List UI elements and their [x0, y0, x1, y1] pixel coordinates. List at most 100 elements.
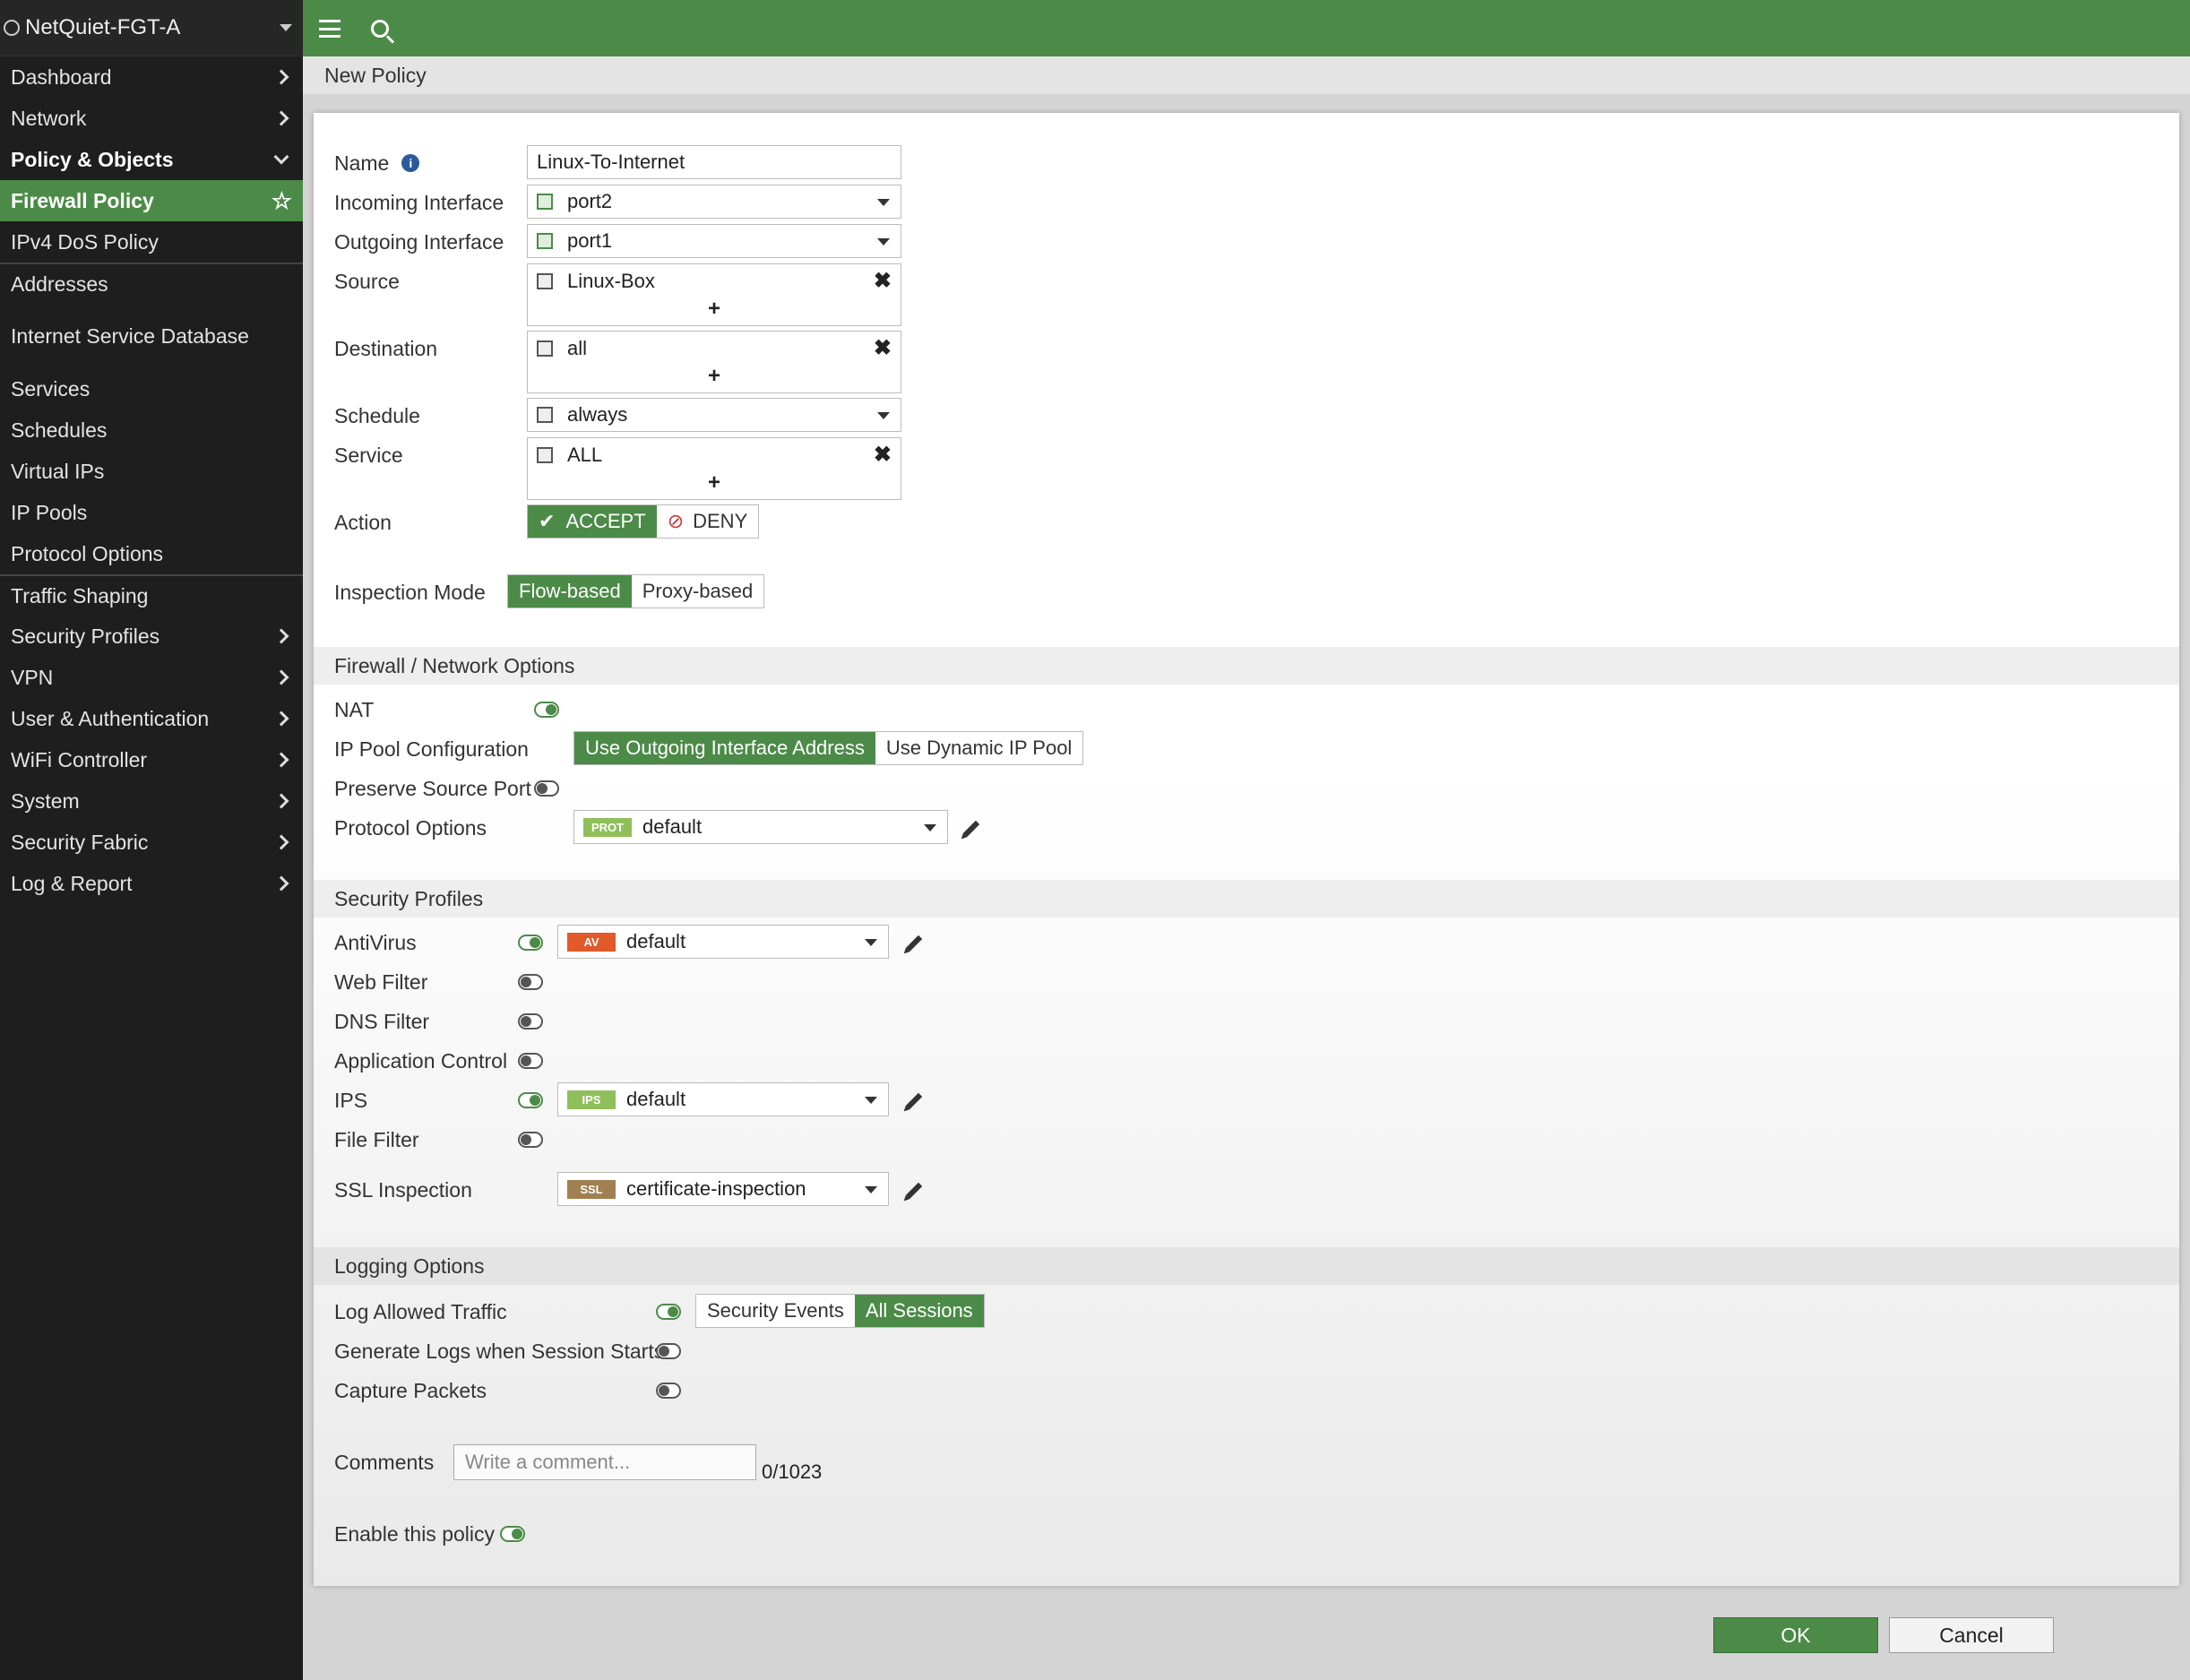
protocol-options-select[interactable]: PROT default [573, 810, 948, 844]
sidebar-item-log-report[interactable]: Log & Report [0, 863, 303, 904]
edit-icon[interactable] [962, 820, 980, 838]
service-field[interactable]: ALL ✖ + [527, 437, 901, 500]
sidebar-item-network[interactable]: Network [0, 98, 303, 139]
sidebar-item-protocol-options[interactable]: Protocol Options [0, 533, 303, 574]
deny-button[interactable]: ⊘ DENY [656, 505, 759, 538]
accept-button[interactable]: ✔ ACCEPT [528, 505, 657, 538]
sidebar-item-user-authentication[interactable]: User & Authentication [0, 698, 303, 739]
sidebar-item-services[interactable]: Services [0, 368, 303, 409]
chevron-right-icon [273, 875, 289, 892]
sidebar-item-label: Security Fabric [11, 830, 149, 854]
sidebar-item-label: Network [11, 106, 87, 130]
sidebar-item-label: User & Authentication [11, 706, 210, 730]
outgoing-interface-select[interactable]: port1 [527, 224, 901, 258]
incoming-interface-value: port2 [567, 190, 613, 212]
sidebar-item-ip-pools[interactable]: IP Pools [0, 492, 303, 533]
preserve-source-port-label: Preserve Source Port [334, 776, 531, 800]
sidebar-item-traffic-shaping[interactable]: Traffic Shaping [0, 574, 303, 616]
edit-icon[interactable] [905, 1182, 923, 1200]
ips-label: IPS [334, 1088, 368, 1112]
schedule-select[interactable]: always [527, 398, 901, 432]
star-icon[interactable]: ☆ [272, 187, 292, 215]
security-events-button[interactable]: Security Events [696, 1295, 855, 1327]
remove-service-icon[interactable]: ✖ [874, 442, 892, 468]
chevron-right-icon [273, 834, 289, 850]
outgoing-interface-value: port1 [567, 229, 613, 252]
antivirus-toggle[interactable] [518, 935, 543, 951]
sidebar-item-label: Addresses [11, 271, 108, 296]
sidebar-item-virtual-ips[interactable]: Virtual IPs [0, 451, 303, 492]
sidebar-item-label: IPv4 DoS Policy [11, 229, 159, 254]
outgoing-interface-label: Outgoing Interface [334, 229, 504, 254]
add-destination-button[interactable]: + [528, 364, 901, 389]
firewall-network-options-header: Firewall / Network Options [314, 647, 2179, 685]
log-allowed-traffic-toggle[interactable] [656, 1304, 681, 1320]
add-service-button[interactable]: + [528, 470, 901, 495]
preserve-source-port-toggle[interactable] [534, 780, 559, 797]
av-badge: AV [567, 932, 616, 952]
file-filter-toggle[interactable] [518, 1132, 543, 1148]
sidebar-item-label: Policy & Objects [11, 147, 174, 171]
sidebar-item-security-fabric[interactable]: Security Fabric [0, 822, 303, 863]
service-icon [537, 447, 553, 463]
ips-select[interactable]: IPS default [557, 1082, 889, 1116]
chevron-down-icon [280, 24, 292, 31]
add-source-button[interactable]: + [528, 297, 901, 322]
web-filter-toggle[interactable] [518, 974, 543, 990]
cancel-button[interactable]: Cancel [1889, 1617, 2054, 1653]
application-control-label: Application Control [334, 1048, 508, 1073]
sidebar-item-firewall-policy[interactable]: Firewall Policy ☆ [0, 180, 303, 221]
protocol-options-value: default [642, 815, 703, 838]
log-mode-toggle: Security Events All Sessions [695, 1294, 985, 1328]
device-selector[interactable]: NetQuiet-FGT-A [0, 0, 303, 56]
remove-destination-icon[interactable]: ✖ [874, 335, 892, 361]
flow-based-button[interactable]: Flow-based [508, 575, 632, 607]
dns-filter-label: DNS Filter [334, 1009, 430, 1033]
sidebar-item-schedules[interactable]: Schedules [0, 409, 303, 451]
protocol-options-label: Protocol Options [334, 815, 487, 840]
name-input[interactable]: Linux-To-Internet [527, 145, 901, 179]
antivirus-select[interactable]: AV default [557, 925, 889, 959]
incoming-interface-select[interactable]: port2 [527, 185, 901, 219]
sidebar-item-dashboard[interactable]: Dashboard [0, 56, 303, 98]
ssl-inspection-select[interactable]: SSL certificate-inspection [557, 1172, 889, 1206]
address-icon [537, 273, 553, 289]
ips-toggle[interactable] [518, 1092, 543, 1108]
sidebar-item-policy-objects[interactable]: Policy & Objects [0, 139, 303, 180]
sidebar-item-addresses[interactable]: Addresses [0, 263, 303, 304]
edit-icon[interactable] [905, 1092, 923, 1110]
sidebar-item-wifi-controller[interactable]: WiFi Controller [0, 739, 303, 780]
sidebar-item-ipv4-dos-policy[interactable]: IPv4 DoS Policy [0, 221, 303, 263]
generate-logs-toggle[interactable] [656, 1343, 681, 1359]
application-control-toggle[interactable] [518, 1053, 543, 1069]
sidebar-item-internet-service-database[interactable]: Internet Service Database [0, 304, 303, 368]
search-icon[interactable] [371, 19, 389, 38]
ip-pool-toggle: Use Outgoing Interface Address Use Dynam… [573, 731, 1084, 765]
web-filter-label: Web Filter [334, 969, 428, 994]
chevron-down-icon [273, 149, 289, 165]
enable-policy-toggle[interactable] [500, 1526, 525, 1542]
remove-source-icon[interactable]: ✖ [874, 268, 892, 294]
service-value: ALL [567, 444, 603, 466]
sidebar-item-system[interactable]: System [0, 780, 303, 822]
use-dynamic-ip-pool-button[interactable]: Use Dynamic IP Pool [875, 732, 1083, 764]
info-icon[interactable]: i [401, 154, 420, 172]
comments-input[interactable]: Write a comment... [453, 1444, 756, 1480]
sidebar-item-security-profiles[interactable]: Security Profiles [0, 616, 303, 657]
destination-field[interactable]: all ✖ + [527, 331, 901, 393]
capture-packets-toggle[interactable] [656, 1383, 681, 1399]
sidebar-item-vpn[interactable]: VPN [0, 657, 303, 698]
destination-value: all [567, 337, 588, 359]
use-outgoing-interface-button[interactable]: Use Outgoing Interface Address [574, 732, 875, 764]
sidebar-item-label: Log & Report [11, 871, 133, 895]
ok-button[interactable]: OK [1713, 1617, 1878, 1653]
proxy-based-button[interactable]: Proxy-based [631, 575, 764, 607]
edit-icon[interactable] [905, 935, 923, 952]
menu-icon[interactable] [319, 19, 341, 38]
nat-toggle[interactable] [534, 702, 559, 718]
all-sessions-button[interactable]: All Sessions [854, 1295, 984, 1327]
logging-options-header: Logging Options [314, 1247, 2179, 1285]
dns-filter-toggle[interactable] [518, 1013, 543, 1030]
source-field[interactable]: Linux-Box ✖ + [527, 263, 901, 326]
port-icon [537, 194, 553, 210]
